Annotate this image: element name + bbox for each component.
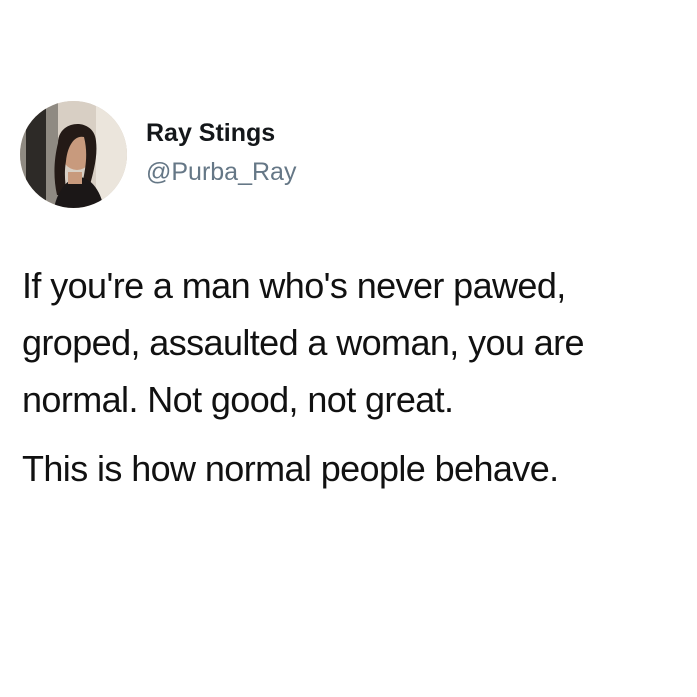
- tweet-text: If you're a man who's never pawed, grope…: [22, 257, 692, 497]
- user-handle[interactable]: @Purba_Ray: [146, 157, 296, 187]
- tweet-paragraph-2: This is how normal people behave.: [22, 448, 559, 489]
- profile-photo-icon: [20, 101, 127, 208]
- display-name[interactable]: Ray Stings: [146, 118, 275, 148]
- tweet-card: Ray Stings @Purba_Ray If you're a man wh…: [0, 0, 697, 697]
- tweet-paragraph-1: If you're a man who's never pawed, grope…: [22, 265, 585, 420]
- avatar[interactable]: [20, 101, 127, 208]
